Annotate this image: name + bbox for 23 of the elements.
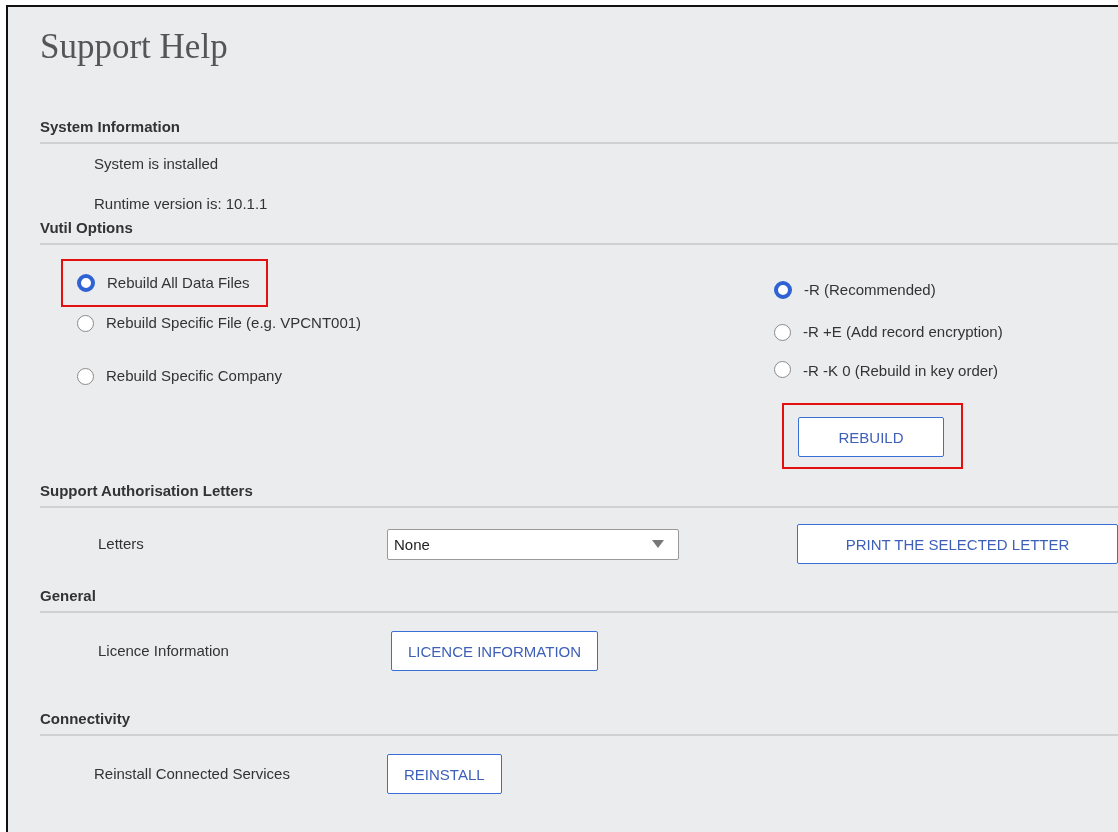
info-text: Runtime version is: 10.1.1 <box>94 194 269 214</box>
radio-option[interactable]: Rebuild Specific Company <box>77 351 282 401</box>
section-heading: Support Authorisation Letters <box>40 482 253 499</box>
print-letter-button[interactable]: PRINT THE SELECTED LETTER <box>797 524 1118 564</box>
action-button[interactable]: REINSTALL <box>387 754 502 794</box>
radio-option[interactable]: Rebuild Specific File (e.g. VPCNT001) <box>77 309 362 337</box>
radio-option[interactable]: Rebuild All Data Files <box>77 271 250 295</box>
page-title: Support Help <box>40 27 228 67</box>
section-heading: System Information <box>40 118 181 135</box>
section-heading: General <box>40 587 96 604</box>
radio-option[interactable]: -R -K 0 (Rebuild in key order) <box>774 353 1118 399</box>
field-label: Reinstall Connected Services <box>94 764 291 784</box>
section-heading: Connectivity <box>40 710 130 727</box>
field-label: Letters <box>98 534 145 554</box>
letter-dropdown[interactable]: None <box>387 528 679 560</box>
info-text: System is installed <box>94 154 220 174</box>
rebuild-button[interactable]: REBUILD <box>798 417 944 457</box>
section-heading: Vutil Options <box>40 219 133 236</box>
radio-option[interactable]: -R (Recommended) <box>774 269 1118 311</box>
radio-option[interactable]: -R +E (Add record encryption) <box>774 311 1118 353</box>
caret-icon <box>652 540 664 548</box>
field-label: Licence Information <box>98 641 230 661</box>
action-button[interactable]: LICENCE INFORMATION <box>391 631 599 671</box>
